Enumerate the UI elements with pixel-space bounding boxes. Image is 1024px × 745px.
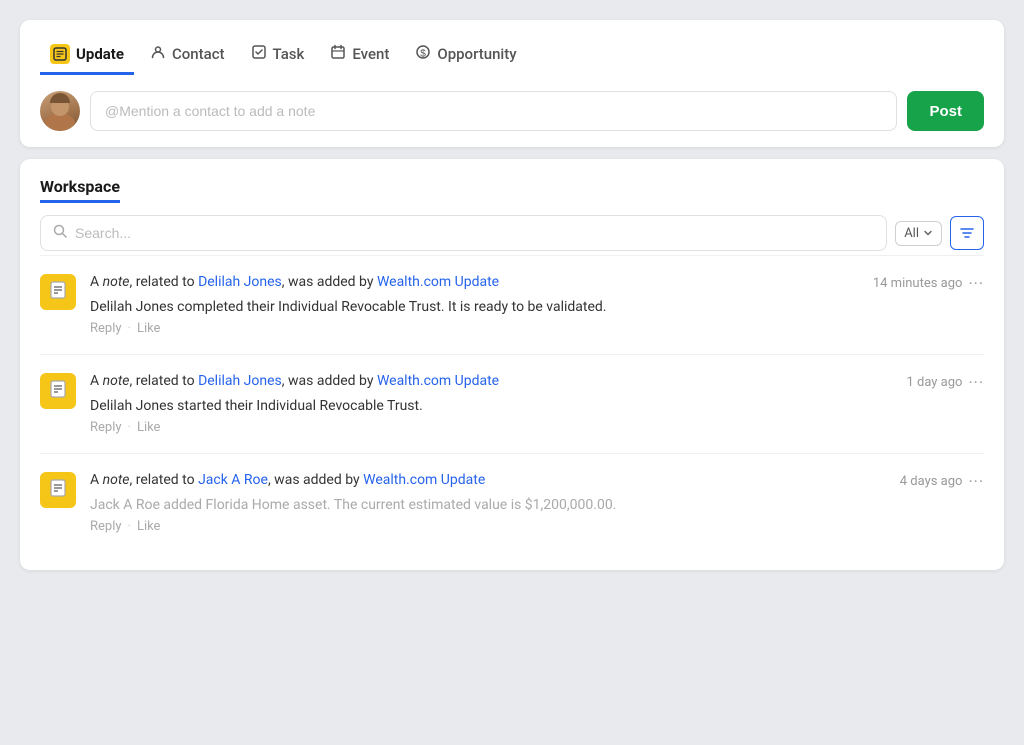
- tab-opportunity[interactable]: $ Opportunity: [405, 36, 526, 75]
- like-button-2[interactable]: Like: [137, 420, 161, 435]
- feed-body-2: Delilah Jones started their Individual R…: [90, 398, 984, 414]
- feed-time-1: 14 minutes ago: [873, 276, 963, 291]
- opportunity-icon: $: [415, 44, 431, 64]
- mention-input[interactable]: [90, 91, 897, 131]
- task-icon: [251, 44, 267, 64]
- feed-header-line-2: A note, related to Delilah Jones, was ad…: [90, 373, 984, 392]
- search-icon: [53, 224, 67, 242]
- feed-more-menu-2[interactable]: ···: [968, 373, 984, 392]
- all-label: All: [904, 226, 919, 241]
- like-button-3[interactable]: Like: [137, 519, 161, 534]
- note-icon-3: [40, 472, 76, 508]
- feed-note-label-1: note: [103, 274, 130, 290]
- compose-row: Post: [40, 91, 984, 131]
- feed-list: A note, related to Delilah Jones, was ad…: [40, 255, 984, 552]
- feed-suffix-2: , was added by: [282, 373, 377, 389]
- feed-note-label-3: note: [103, 472, 130, 488]
- note-icon-1: [40, 274, 76, 310]
- contact-icon: [150, 44, 166, 64]
- tab-update[interactable]: Update: [40, 36, 134, 75]
- workspace-header: Workspace: [40, 177, 984, 203]
- feed-actions-1: Reply · Like: [90, 321, 984, 336]
- dot-sep-3: ·: [128, 519, 131, 534]
- search-filter-row: All: [40, 215, 984, 251]
- workspace-card: Workspace All: [20, 159, 1004, 570]
- feed-title-2: A note, related to Delilah Jones, was ad…: [90, 373, 499, 389]
- like-button-1[interactable]: Like: [137, 321, 161, 336]
- feed-title-1: A note, related to Delilah Jones, was ad…: [90, 274, 499, 290]
- feed-time-actions-1: 14 minutes ago ···: [873, 274, 984, 293]
- feed-content-1: A note, related to Delilah Jones, was ad…: [90, 274, 984, 336]
- dot-sep-1: ·: [128, 321, 131, 336]
- feed-addedby-link-1[interactable]: Wealth.com Update: [377, 274, 499, 290]
- filter-right: All: [895, 216, 984, 250]
- feed-title-3: A note, related to Jack A Roe, was added…: [90, 472, 485, 488]
- workspace-title: Workspace: [40, 177, 120, 203]
- tab-contact[interactable]: Contact: [140, 36, 235, 75]
- feed-prefix-3: A: [90, 472, 103, 488]
- update-tab-icon: [50, 44, 70, 64]
- search-box: [40, 215, 887, 251]
- feed-actions-3: Reply · Like: [90, 519, 984, 534]
- note-icon-symbol-3: [48, 478, 68, 503]
- feed-addedby-link-3[interactable]: Wealth.com Update: [363, 472, 485, 488]
- tab-task-label: Task: [273, 45, 305, 63]
- note-icon-symbol-2: [48, 379, 68, 404]
- feed-header-line-1: A note, related to Delilah Jones, was ad…: [90, 274, 984, 293]
- feed-suffix-1: , was added by: [282, 274, 377, 290]
- post-button[interactable]: Post: [907, 91, 984, 131]
- feed-item-2: A note, related to Delilah Jones, was ad…: [40, 354, 984, 453]
- reply-button-3[interactable]: Reply: [90, 519, 122, 534]
- feed-prefix-1: A: [90, 274, 103, 290]
- feed-middle-3: , related to: [130, 472, 199, 488]
- feed-time-3: 4 days ago: [900, 474, 963, 489]
- tab-event[interactable]: Event: [320, 36, 399, 75]
- feed-note-label-2: note: [103, 373, 130, 389]
- feed-body-3: Jack A Roe added Florida Home asset. The…: [90, 497, 984, 513]
- feed-contact-link-2[interactable]: Delilah Jones: [198, 373, 282, 389]
- feed-content-2: A note, related to Delilah Jones, was ad…: [90, 373, 984, 435]
- dot-sep-2: ·: [128, 420, 131, 435]
- svg-text:$: $: [421, 49, 427, 60]
- filter-icon-button[interactable]: [950, 216, 984, 250]
- feed-prefix-2: A: [90, 373, 103, 389]
- feed-actions-2: Reply · Like: [90, 420, 984, 435]
- note-icon-symbol: [48, 280, 68, 305]
- feed-middle-1: , related to: [130, 274, 199, 290]
- top-card: Update Contact Task: [20, 20, 1004, 147]
- main-container: Update Contact Task: [20, 20, 1004, 570]
- event-icon: [330, 44, 346, 64]
- reply-button-2[interactable]: Reply: [90, 420, 122, 435]
- feed-item: A note, related to Delilah Jones, was ad…: [40, 255, 984, 354]
- tab-opportunity-label: Opportunity: [437, 45, 516, 63]
- tabs-row: Update Contact Task: [40, 36, 984, 75]
- feed-contact-link-3[interactable]: Jack A Roe: [198, 472, 268, 488]
- feed-middle-2: , related to: [130, 373, 199, 389]
- feed-body-1: Delilah Jones completed their Individual…: [90, 299, 984, 315]
- reply-button-1[interactable]: Reply: [90, 321, 122, 336]
- tab-event-label: Event: [352, 45, 389, 63]
- note-icon-2: [40, 373, 76, 409]
- feed-header-line-3: A note, related to Jack A Roe, was added…: [90, 472, 984, 491]
- feed-addedby-link-2[interactable]: Wealth.com Update: [377, 373, 499, 389]
- feed-item-3: A note, related to Jack A Roe, was added…: [40, 453, 984, 552]
- search-input[interactable]: [75, 225, 874, 241]
- feed-suffix-3: , was added by: [268, 472, 363, 488]
- feed-content-3: A note, related to Jack A Roe, was added…: [90, 472, 984, 534]
- feed-contact-link-1[interactable]: Delilah Jones: [198, 274, 282, 290]
- tab-task[interactable]: Task: [241, 36, 315, 75]
- filter-all-select[interactable]: All: [895, 221, 942, 246]
- feed-time-actions-3: 4 days ago ···: [900, 472, 984, 491]
- feed-time-2: 1 day ago: [906, 375, 962, 390]
- tab-update-label: Update: [76, 45, 124, 63]
- feed-more-menu-1[interactable]: ···: [968, 274, 984, 293]
- feed-time-actions-2: 1 day ago ···: [906, 373, 984, 392]
- avatar: [40, 91, 80, 131]
- tab-contact-label: Contact: [172, 45, 225, 63]
- feed-more-menu-3[interactable]: ···: [968, 472, 984, 491]
